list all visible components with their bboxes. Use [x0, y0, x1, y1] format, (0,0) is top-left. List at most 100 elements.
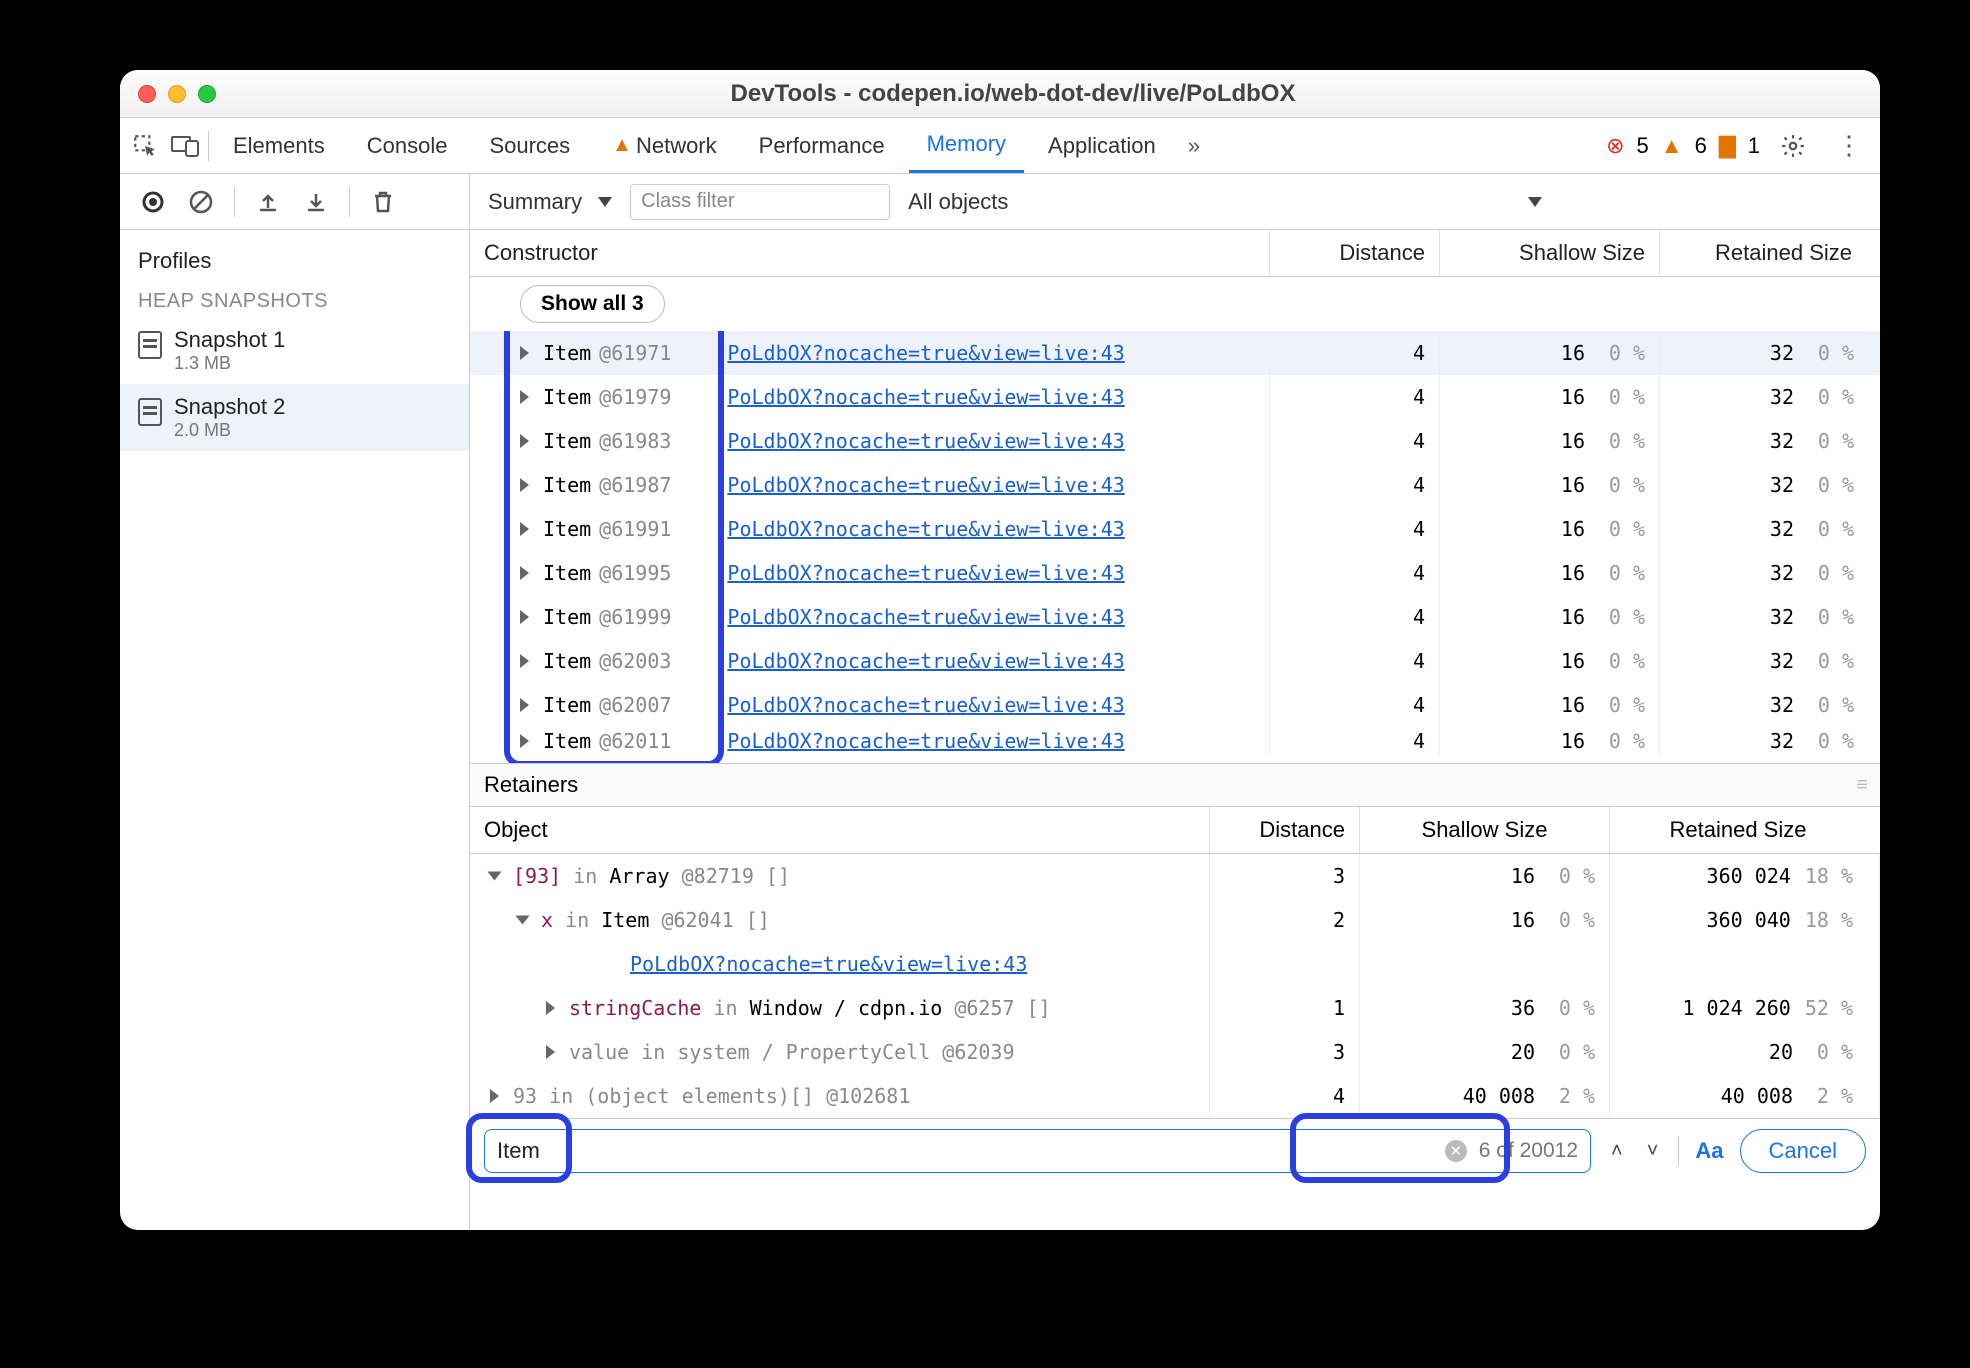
source-link[interactable]: PoLdbOX?nocache=true&view=live:43 [727, 561, 1124, 585]
filter-select[interactable]: All objects [908, 189, 1542, 215]
retained-pct: 0 % [1808, 561, 1854, 585]
delete-icon[interactable] [368, 187, 398, 217]
source-link[interactable]: PoLdbOX?nocache=true&view=live:43 [727, 473, 1124, 497]
disclosure-triangle-icon[interactable] [520, 610, 529, 624]
tab-application[interactable]: Application [1030, 118, 1174, 173]
retainer-object: x in Item @62041 [] [541, 908, 770, 932]
save-icon[interactable] [301, 187, 331, 217]
disclosure-triangle-icon[interactable] [520, 698, 529, 712]
retainer-row[interactable]: PoLdbOX?nocache=true&view=live:43 [470, 942, 1880, 986]
load-icon[interactable] [253, 187, 283, 217]
disclosure-triangle-icon[interactable] [520, 566, 529, 580]
drag-handle-icon[interactable]: ≡ [1856, 774, 1866, 797]
object-row[interactable]: Item @61999 PoLdbOX?nocache=true&view=li… [470, 595, 1880, 639]
object-row[interactable]: Item @61983 PoLdbOX?nocache=true&view=li… [470, 419, 1880, 463]
col-distance[interactable]: Distance [1210, 807, 1360, 853]
source-link[interactable]: PoLdbOX?nocache=true&view=live:43 [727, 341, 1124, 365]
settings-icon[interactable] [1776, 129, 1810, 163]
source-link[interactable]: PoLdbOX?nocache=true&view=live:43 [727, 729, 1124, 753]
object-name: Item [543, 473, 591, 497]
tab-elements[interactable]: Elements [215, 118, 343, 173]
object-row[interactable]: Item @61991 PoLdbOX?nocache=true&view=li… [470, 507, 1880, 551]
source-link[interactable]: PoLdbOX?nocache=true&view=live:43 [727, 429, 1124, 453]
source-link[interactable]: PoLdbOX?nocache=true&view=live:43 [727, 693, 1124, 717]
source-link[interactable]: PoLdbOX?nocache=true&view=live:43 [630, 952, 1027, 976]
status-badges[interactable]: ⊗5 ▲6 ▇1 [1606, 133, 1760, 159]
clear-search-icon[interactable]: ✕ [1445, 1140, 1467, 1162]
traffic-lights [138, 85, 216, 103]
object-row[interactable]: Item @61979 PoLdbOX?nocache=true&view=li… [470, 375, 1880, 419]
tab-sources[interactable]: Sources [471, 118, 588, 173]
shallow-value: 16 [1561, 517, 1585, 541]
object-row[interactable]: Item @62011 PoLdbOX?nocache=true&view=li… [470, 727, 1880, 755]
search-next-button[interactable]: ˅ [1643, 1140, 1663, 1163]
record-icon[interactable] [138, 187, 168, 217]
class-filter-input[interactable]: Class filter [630, 184, 890, 220]
distance-value: 4 [1413, 429, 1425, 453]
col-shallow[interactable]: Shallow Size [1440, 230, 1660, 276]
close-window-button[interactable] [138, 85, 156, 103]
source-link[interactable]: PoLdbOX?nocache=true&view=live:43 [727, 385, 1124, 409]
source-link[interactable]: PoLdbOX?nocache=true&view=live:43 [727, 649, 1124, 673]
retainers-panel-header[interactable]: Retainers ≡ [470, 763, 1880, 807]
tab-network[interactable]: ▲Network [594, 118, 734, 173]
object-row[interactable]: Item @62007 PoLdbOX?nocache=true&view=li… [470, 683, 1880, 727]
retainers-table[interactable]: [93] in Array @82719 [] 3 160 % 360 0241… [470, 854, 1880, 1118]
match-case-button[interactable]: Aa [1695, 1138, 1723, 1164]
object-id: @61991 [599, 517, 671, 541]
search-input[interactable]: Item ✕ 6 of 20012 [484, 1129, 1591, 1173]
retained-value: 32 [1770, 473, 1794, 497]
disclosure-triangle-icon[interactable] [520, 346, 529, 360]
source-link[interactable]: PoLdbOX?nocache=true&view=live:43 [727, 605, 1124, 629]
object-row[interactable]: Item @61971 PoLdbOX?nocache=true&view=li… [470, 331, 1880, 375]
zoom-window-button[interactable] [198, 85, 216, 103]
tab-console[interactable]: Console [349, 118, 466, 173]
devtools-window: DevTools - codepen.io/web-dot-dev/live/P… [120, 70, 1880, 1230]
disclosure-triangle-icon[interactable] [490, 1089, 499, 1103]
col-shallow[interactable]: Shallow Size [1360, 807, 1610, 853]
object-row[interactable]: Item @62003 PoLdbOX?nocache=true&view=li… [470, 639, 1880, 683]
retainer-row[interactable]: value in system / PropertyCell @62039 3 … [470, 1030, 1880, 1074]
search-prev-button[interactable]: ˄ [1607, 1140, 1627, 1163]
disclosure-triangle-icon[interactable] [520, 390, 529, 404]
more-tabs-button[interactable]: » [1180, 133, 1208, 159]
col-retained[interactable]: Retained Size [1610, 807, 1880, 853]
retainer-row[interactable]: stringCache in Window / cdpn.io @6257 []… [470, 986, 1880, 1030]
device-toggle-icon[interactable] [168, 129, 202, 163]
disclosure-triangle-icon[interactable] [520, 654, 529, 668]
disclosure-triangle-icon[interactable] [488, 872, 502, 881]
object-name: Item [543, 729, 591, 753]
retainer-row[interactable]: x in Item @62041 [] 2 160 % 360 04018 % [470, 898, 1880, 942]
object-row[interactable]: Item @61987 PoLdbOX?nocache=true&view=li… [470, 463, 1880, 507]
inspect-icon[interactable] [128, 129, 162, 163]
retainer-row[interactable]: [93] in Array @82719 [] 3 160 % 360 0241… [470, 854, 1880, 898]
disclosure-triangle-icon[interactable] [546, 1045, 555, 1059]
retainer-row[interactable]: 93 in (object elements)[] @102681 4 40 0… [470, 1074, 1880, 1118]
col-retained[interactable]: Retained Size [1660, 230, 1880, 276]
col-object[interactable]: Object [470, 807, 1210, 853]
disclosure-triangle-icon[interactable] [520, 478, 529, 492]
col-constructor[interactable]: Constructor [470, 230, 1270, 276]
snapshot-item[interactable]: Snapshot 2 2.0 MB [120, 384, 469, 451]
shallow-value: 16 [1511, 908, 1535, 932]
tab-memory[interactable]: Memory [909, 118, 1024, 173]
minimize-window-button[interactable] [168, 85, 186, 103]
col-distance[interactable]: Distance [1270, 230, 1440, 276]
disclosure-triangle-icon[interactable] [520, 434, 529, 448]
more-options-icon[interactable]: ⋮ [1826, 130, 1872, 161]
objects-table[interactable]: Item @61971 PoLdbOX?nocache=true&view=li… [470, 331, 1880, 763]
disclosure-triangle-icon[interactable] [520, 522, 529, 536]
show-all-button[interactable]: Show all 3 [520, 285, 665, 323]
disclosure-triangle-icon[interactable] [520, 734, 529, 748]
disclosure-triangle-icon[interactable] [516, 916, 530, 925]
disclosure-triangle-icon[interactable] [546, 1001, 555, 1015]
snapshot-item[interactable]: Snapshot 1 1.3 MB [120, 317, 469, 384]
perspective-select[interactable]: Summary [488, 189, 612, 215]
cancel-search-button[interactable]: Cancel [1740, 1129, 1866, 1173]
retainer-object: stringCache in Window / cdpn.io @6257 [] [569, 996, 1051, 1020]
object-row[interactable]: Item @61995 PoLdbOX?nocache=true&view=li… [470, 551, 1880, 595]
source-link[interactable]: PoLdbOX?nocache=true&view=live:43 [727, 517, 1124, 541]
tab-performance[interactable]: Performance [741, 118, 903, 173]
retainers-grid-header: Object Distance Shallow Size Retained Si… [470, 807, 1880, 854]
clear-icon[interactable] [186, 187, 216, 217]
